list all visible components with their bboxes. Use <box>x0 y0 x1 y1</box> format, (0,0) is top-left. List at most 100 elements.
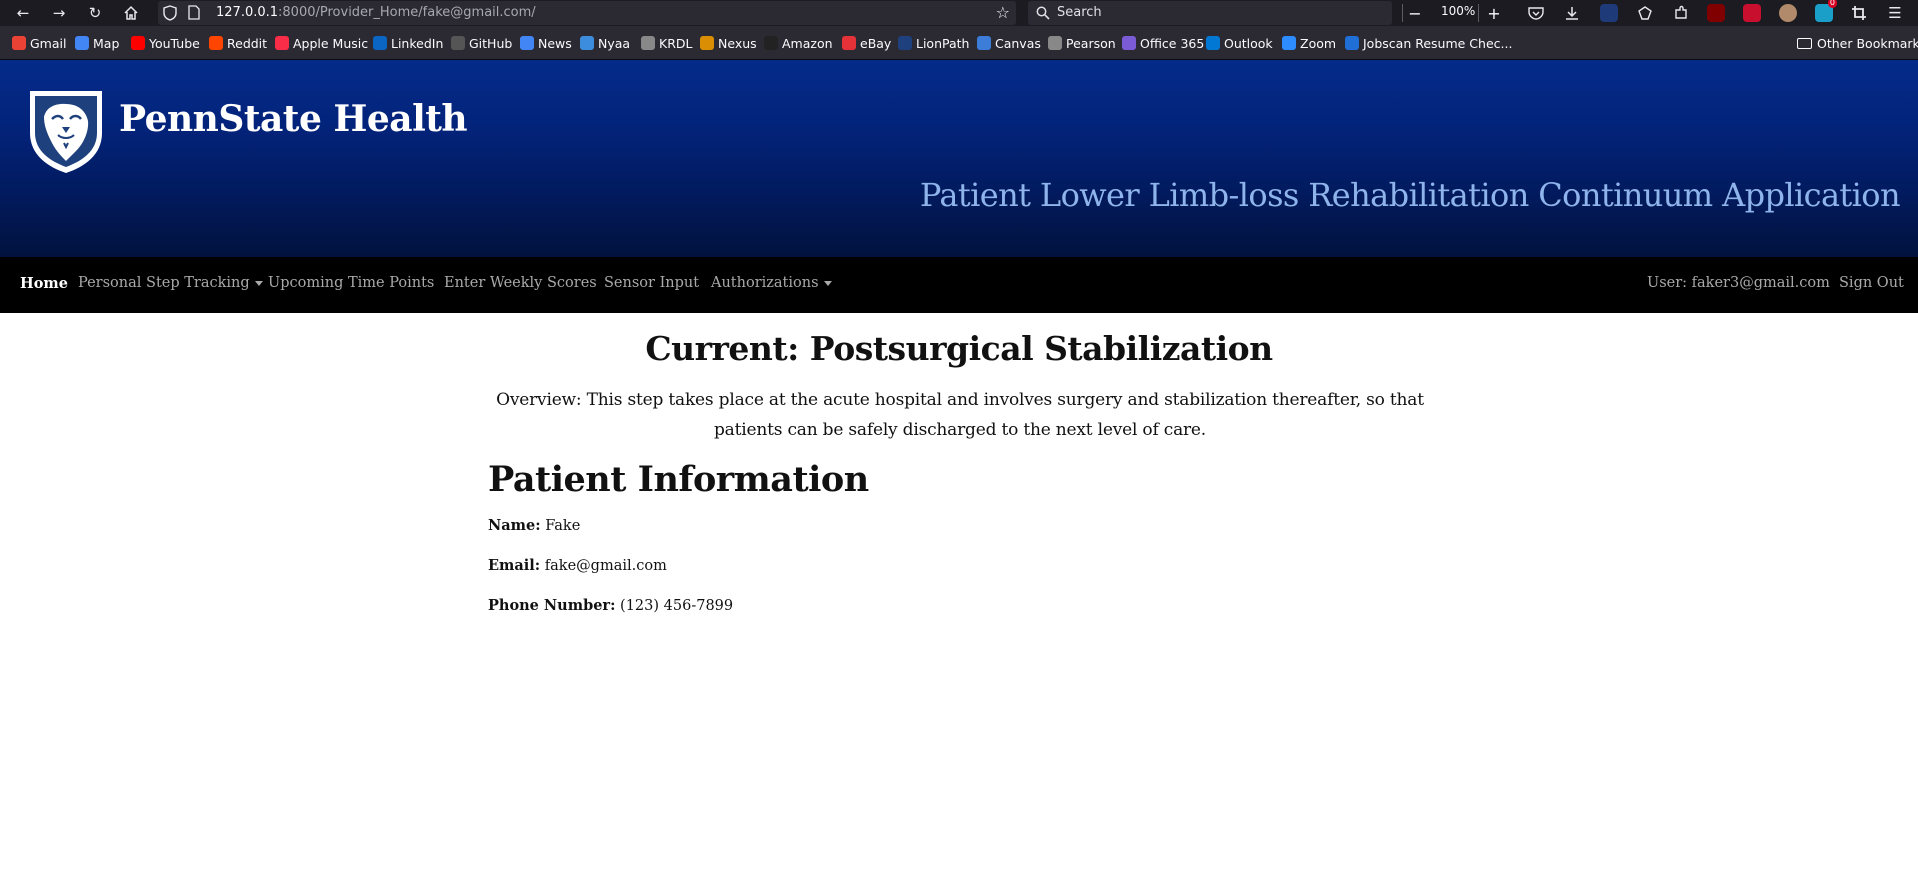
bookmark-favicon-icon <box>580 36 594 50</box>
crop-screenshot-icon[interactable] <box>1844 0 1874 26</box>
bookmark-label: Gmail <box>30 35 67 51</box>
bookmark-ebay[interactable]: eBay <box>842 34 891 52</box>
nav-home[interactable]: Home <box>20 275 68 292</box>
downloads-icon[interactable] <box>1557 0 1587 26</box>
forward-arrow-icon[interactable]: → <box>44 0 74 26</box>
bookmark-label: Apple Music <box>293 35 369 51</box>
bookmark-favicon-icon <box>1048 36 1062 50</box>
bookmark-favicon-icon <box>1282 36 1296 50</box>
url-bar[interactable]: 127.0.0.1:8000/Provider_Home/fake@gmail.… <box>158 1 1016 25</box>
bookmark-pearson[interactable]: Pearson <box>1048 34 1116 52</box>
bookmark-map[interactable]: Map <box>75 34 119 52</box>
profile-extension-icon[interactable] <box>1779 4 1797 22</box>
site-header: PennState Health Patient Lower Limb-loss… <box>0 60 1918 257</box>
tracking-shield-icon[interactable] <box>160 3 180 23</box>
logo-text[interactable]: PennState Health <box>119 98 468 140</box>
home-icon[interactable] <box>116 0 146 26</box>
zoom-out-icon[interactable]: − <box>1403 1 1427 25</box>
bookmark-outlook[interactable]: Outlook <box>1206 34 1273 52</box>
bookmark-favicon-icon <box>275 36 289 50</box>
nav-sign-out[interactable]: Sign Out <box>1839 275 1904 291</box>
bookmark-apple-music[interactable]: Apple Music <box>275 34 368 52</box>
page-info-icon[interactable] <box>188 5 202 21</box>
zoom-in-icon[interactable]: + <box>1482 1 1506 25</box>
nav-personal-step-tracking-dropdown[interactable]: Personal Step Tracking <box>78 275 263 291</box>
email-value: fake@gmail.com <box>544 558 667 574</box>
bookmark-canvas[interactable]: Canvas <box>977 34 1041 52</box>
extensions-puzzle-icon[interactable] <box>1666 0 1696 26</box>
bookmark-favicon-icon <box>764 36 778 50</box>
notification-extension-icon[interactable]: 0 <box>1815 0 1837 22</box>
bookmark-reddit[interactable]: Reddit <box>209 34 267 52</box>
nav-authorizations-dropdown[interactable]: Authorizations <box>711 275 832 291</box>
bookmark-jobscan-resume-chec[interactable]: Jobscan Resume Chec... <box>1345 34 1512 52</box>
bookmark-star-icon[interactable]: ☆ <box>996 3 1010 22</box>
bookmark-label: KRDL <box>659 35 693 51</box>
bookmark-label: YouTube <box>149 35 200 51</box>
bookmark-krdl[interactable]: KRDL <box>641 34 692 52</box>
notification-badge: 0 <box>1827 0 1837 8</box>
url-host: 127.0.0.1 <box>216 5 279 20</box>
bookmark-lionpath[interactable]: LionPath <box>898 34 969 52</box>
bookmark-gmail[interactable]: Gmail <box>12 34 66 52</box>
app-title: Patient Lower Limb-loss Rehabilitation C… <box>919 176 1901 214</box>
bookmark-nyaa[interactable]: Nyaa <box>580 34 630 52</box>
bookmark-office-365[interactable]: Office 365 <box>1122 34 1204 52</box>
other-bookmarks-label: Other Bookmarks <box>1817 35 1918 51</box>
bookmark-github[interactable]: GitHub <box>451 34 512 52</box>
bookmark-label: Jobscan Resume Chec... <box>1363 35 1513 51</box>
bookmark-label: LionPath <box>916 35 970 51</box>
bookmark-label: LinkedIn <box>391 35 444 51</box>
nav-personal-step-tracking-label: Personal Step Tracking <box>78 275 250 291</box>
bookmark-favicon-icon <box>977 36 991 50</box>
bookmark-nexus[interactable]: Nexus <box>700 34 757 52</box>
bookmark-label: Canvas <box>995 35 1041 51</box>
nav-sensor-input[interactable]: Sensor Input <box>604 275 699 291</box>
current-step-title: Current: Postsurgical Stabilization <box>645 329 1273 368</box>
bookmark-youtube[interactable]: YouTube <box>131 34 200 52</box>
pocket-icon[interactable] <box>1521 0 1551 26</box>
bookmark-label: Zoom <box>1300 35 1337 51</box>
back-arrow-icon[interactable]: ← <box>8 0 38 26</box>
bookmark-favicon-icon <box>75 36 89 50</box>
patient-email-field: Email: fake@gmail.com <box>488 557 667 574</box>
bookmark-favicon-icon <box>373 36 387 50</box>
bookmark-label: Nyaa <box>598 35 631 51</box>
folder-icon <box>1797 37 1812 49</box>
search-bar[interactable]: Search <box>1028 1 1392 25</box>
bookmark-favicon-icon <box>898 36 912 50</box>
email-label: Email: <box>488 557 541 574</box>
bookmark-label: Nexus <box>718 35 757 51</box>
chevron-down-icon <box>254 280 263 286</box>
nav-authorizations-label: Authorizations <box>711 275 819 291</box>
nav-user: User: faker3@gmail.com <box>1647 275 1830 291</box>
bookmark-favicon-icon <box>209 36 223 50</box>
bookmark-label: News <box>538 35 572 51</box>
url-text[interactable]: 127.0.0.1:8000/Provider_Home/fake@gmail.… <box>216 5 536 20</box>
bookmark-favicon-icon <box>520 36 534 50</box>
bookmark-zoom[interactable]: Zoom <box>1282 34 1336 52</box>
nav-enter-weekly-scores[interactable]: Enter Weekly Scores <box>444 275 597 291</box>
bookmark-label: Outlook <box>1224 35 1273 51</box>
ublock-origin-icon[interactable] <box>1707 4 1725 22</box>
bookmark-news[interactable]: News <box>520 34 572 52</box>
bookmark-amazon[interactable]: Amazon <box>764 34 833 52</box>
extension-icon[interactable] <box>1600 4 1618 22</box>
name-value: Fake <box>545 518 581 534</box>
hamburger-menu-icon[interactable]: ☰ <box>1880 0 1910 26</box>
patient-phone-field: Phone Number: (123) 456-7899 <box>488 597 733 614</box>
zoom-level[interactable]: 100% <box>1441 4 1475 18</box>
chevron-down-icon <box>823 280 832 286</box>
bookmark-favicon-icon <box>1122 36 1136 50</box>
penn-state-shield-logo[interactable] <box>26 87 106 175</box>
bookmark-linkedin[interactable]: LinkedIn <box>373 34 443 52</box>
search-placeholder: Search <box>1057 5 1102 20</box>
other-bookmarks-folder[interactable]: Other Bookmarks <box>1797 34 1918 52</box>
password-manager-icon[interactable] <box>1743 4 1761 22</box>
collections-icon[interactable] <box>1630 0 1660 26</box>
nav-upcoming-time-points[interactable]: Upcoming Time Points <box>268 275 434 291</box>
bookmark-favicon-icon <box>700 36 714 50</box>
bookmark-favicon-icon <box>1206 36 1220 50</box>
reload-icon[interactable]: ↻ <box>80 0 110 26</box>
bookmark-label: GitHub <box>469 35 513 51</box>
